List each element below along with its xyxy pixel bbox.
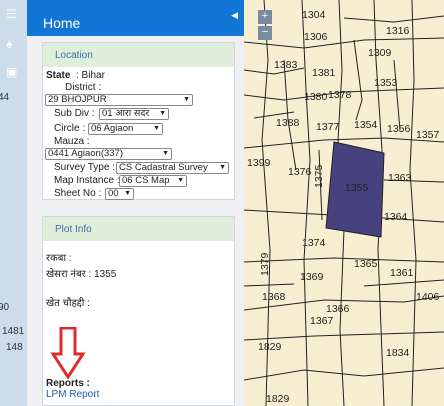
lpm-report-link[interactable]: LPM Report (46, 389, 99, 400)
menu-icon[interactable]: ☰ (6, 8, 17, 20)
selected-plot-number: 1355 (345, 182, 369, 194)
location-card: Location State : Bihar District : 29 BHO… (42, 42, 235, 200)
chevron-down-icon: ▼ (162, 150, 169, 157)
sheet-no-label: Sheet No : (54, 188, 102, 199)
plot-number: 1363 (388, 172, 412, 184)
plot-number: 1388 (276, 117, 300, 129)
chevron-down-icon: ▼ (153, 125, 160, 132)
survey-type-select[interactable]: CS Cadastral Survey ▼ (116, 162, 229, 174)
mauza-label: Mauza : (54, 136, 90, 147)
icon-rail: ☰ ♠ ▣ (0, 0, 27, 406)
chevron-down-icon: ▼ (177, 177, 184, 184)
plot-number: 1406 (416, 291, 440, 303)
subdiv-label: Sub Div : (54, 108, 95, 119)
collapse-icon[interactable]: ◀ (231, 10, 238, 21)
plot-number: 1356 (387, 123, 411, 135)
khesra-number: खेसरा नंबर : 1355 (46, 269, 117, 280)
plot-number: 1364 (384, 211, 408, 223)
location-heading: Location (43, 43, 234, 67)
map-canvas[interactable]: 1304 1306 1316 1309 1383 1381 1353 1380 … (244, 0, 444, 406)
tree-icon[interactable]: ♠ (6, 38, 12, 50)
plot-number: 1375 (313, 164, 325, 188)
state-value: : Bihar (76, 70, 105, 81)
plot-number: 1367 (310, 315, 334, 327)
district-select[interactable]: 29 BHOJPUR ▼ (45, 94, 193, 106)
down-arrow-icon (51, 327, 85, 379)
plot-number: 1383 (274, 59, 298, 71)
plot-number: 1361 (390, 267, 414, 279)
plot-number: 1374 (302, 237, 326, 249)
reports-label: Reports : (46, 378, 90, 389)
plot-number: 1834 (386, 347, 410, 359)
plot-number: 1309 (368, 47, 392, 59)
plot-number: 1829 (258, 341, 282, 353)
plot-number: 1306 (304, 31, 328, 43)
zoom-out-button[interactable]: − (258, 26, 272, 40)
side-panel: Home ◀ Location State : Bihar District :… (27, 0, 244, 406)
plot-number: 1829 (266, 393, 290, 405)
district-label: District : (65, 82, 102, 93)
panel-title: Home (43, 15, 81, 31)
rakba-label: रकबा : (46, 253, 72, 264)
chevron-down-icon: ▼ (183, 96, 190, 103)
plot-number: 1376 (288, 166, 312, 178)
plot-number: 1366 (326, 303, 350, 315)
zoom-control: + − (258, 10, 272, 42)
plot-info-heading: Plot Info (43, 217, 234, 241)
circle-select[interactable]: 06 Agiaon ▼ (88, 123, 163, 135)
cadastral-map[interactable]: 1304 1306 1316 1309 1383 1381 1353 1380 … (244, 0, 444, 406)
plot-number: 1353 (374, 77, 398, 89)
plot-info-card: Plot Info रकबा : खेसरा नंबर : 1355 खेत च… (42, 216, 235, 406)
subdiv-select[interactable]: 01 आरा सदर ▼ (99, 108, 169, 120)
chevron-down-icon: ▼ (159, 110, 166, 117)
sheet-no-select[interactable]: 00 ▼ (105, 188, 134, 200)
zoom-in-button[interactable]: + (258, 10, 272, 24)
plot-number: 1304 (302, 9, 326, 21)
map-instance-label: Map Instance : (54, 175, 120, 186)
circle-label: Circle : (54, 123, 86, 134)
plot-number: 1381 (312, 67, 336, 79)
plot-number: 1357 (416, 129, 440, 141)
state-label: State (46, 70, 71, 81)
mauza-select[interactable]: 0441 Agiaon(337) ▼ (45, 148, 172, 160)
panel-body: Location State : Bihar District : 29 BHO… (27, 36, 244, 406)
plot-number: 1365 (354, 258, 378, 270)
panel-header: Home ◀ (27, 0, 244, 36)
plot-number: 1316 (386, 25, 410, 37)
chevron-down-icon: ▼ (219, 164, 226, 171)
survey-type-label: Survey Type : (54, 162, 115, 173)
plot-number: 1377 (316, 121, 340, 133)
plot-number: 1369 (300, 271, 324, 283)
plot-number: 1380 (304, 91, 328, 103)
image-icon[interactable]: ▣ (6, 66, 17, 78)
plot-number: 1354 (354, 119, 378, 131)
plot-number: 1399 (247, 157, 271, 169)
plot-number: 1378 (328, 89, 352, 101)
chevron-down-icon: ▼ (124, 190, 131, 197)
plot-number: 1379 (259, 252, 271, 276)
map-instance-select[interactable]: 06 CS Map ▼ (119, 175, 187, 187)
plot-number: 1368 (262, 291, 286, 303)
khet-chauhaddi-label: खेत चौहद्दी : (46, 298, 90, 309)
